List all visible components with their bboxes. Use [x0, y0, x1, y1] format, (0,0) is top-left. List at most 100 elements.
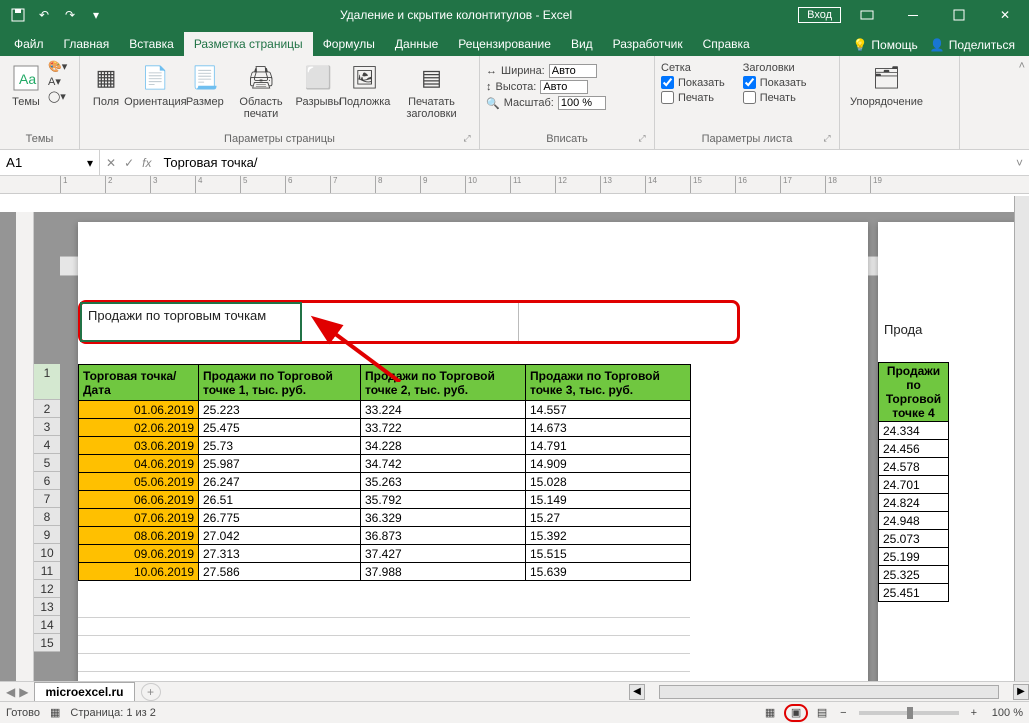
tab-formulas[interactable]: Формулы — [313, 32, 385, 56]
share-button[interactable]: 👤Поделиться — [926, 34, 1019, 56]
height-icon: ↕ — [486, 81, 492, 93]
headings-print-check[interactable]: Печать — [743, 91, 807, 104]
hscroll-right-icon[interactable]: ▶ — [1013, 684, 1029, 700]
gridlines-print-check[interactable]: Печать — [661, 91, 725, 104]
cancel-formula-icon[interactable]: ✕ — [106, 156, 116, 170]
data-table[interactable]: Торговая точка/ Дата Продажи по Торговой… — [78, 364, 691, 581]
zoom-slider[interactable] — [859, 711, 959, 715]
qat-customize-icon[interactable]: ▾ — [84, 3, 108, 27]
width-input[interactable] — [549, 64, 597, 78]
table-row: 01.06.201925.22333.22414.557 — [79, 401, 691, 419]
undo-icon[interactable]: ↶ — [32, 3, 56, 27]
tab-pagelayout[interactable]: Разметка страницы — [184, 32, 313, 56]
close-icon[interactable]: ✕ — [985, 0, 1025, 30]
headings-view-check[interactable]: Показать — [743, 76, 807, 89]
margins-icon: ▦ — [90, 62, 122, 94]
width-icon: ↔ — [486, 65, 497, 77]
window-title: Удаление и скрытие колонтитулов - Excel — [114, 8, 798, 22]
breaks-button[interactable]: ⬜Разрывы — [297, 60, 339, 110]
sheet-nav-next-icon[interactable]: ▶ — [19, 685, 28, 699]
sheet-tab[interactable]: microexcel.ru — [34, 682, 134, 701]
redo-icon[interactable]: ↷ — [58, 3, 82, 27]
table-row: 04.06.201925.98734.74214.909 — [79, 455, 691, 473]
printtitles-icon: ▤ — [415, 62, 447, 94]
effects-icon[interactable]: ◯▾ — [48, 90, 67, 103]
maximize-icon[interactable] — [939, 0, 979, 30]
tab-insert[interactable]: Вставка — [119, 32, 184, 56]
empty-rows[interactable] — [78, 600, 690, 672]
size-button[interactable]: 📃Размер — [185, 60, 225, 110]
minimize-icon[interactable] — [893, 0, 933, 30]
hscroll-left-icon[interactable]: ◀ — [629, 684, 645, 700]
horizontal-scrollbar[interactable] — [659, 685, 999, 699]
page2-header-text: Прода — [884, 322, 922, 337]
normal-view-icon[interactable]: ▦ — [758, 704, 782, 722]
ribbon-tabs: Файл Главная Вставка Разметка страницы Ф… — [0, 30, 1029, 56]
tab-file[interactable]: Файл — [4, 32, 54, 56]
header-right-section[interactable] — [519, 303, 737, 341]
pagebreak-view-icon[interactable]: ▤ — [810, 704, 834, 722]
page-2: Прода Продажи по Торговой точке 4 24.334… — [878, 222, 1014, 681]
background-icon: 🖼 — [349, 62, 381, 94]
tell-me-button[interactable]: 💡Помощь — [848, 34, 921, 56]
scale-icon: 🔍 — [486, 97, 500, 110]
ribbon: Aa Темы 🎨▾ A▾ ◯▾ Темы ▦Поля 📄Ориентация … — [0, 56, 1029, 150]
scale-launcher-icon[interactable]: ⤢ — [636, 133, 648, 145]
ribbon-display-icon[interactable] — [847, 0, 887, 30]
colors-icon[interactable]: 🎨▾ — [48, 60, 67, 73]
printarea-button[interactable]: 🖨Область печати — [227, 60, 295, 122]
page2-table[interactable]: Продажи по Торговой точке 4 24.33424.456… — [878, 362, 949, 602]
group-themes-label: Темы — [4, 133, 75, 147]
height-input[interactable] — [540, 80, 588, 94]
formulabar: ▾ ✕ ✓ fx ˅ — [0, 150, 1029, 176]
vertical-scrollbar[interactable] — [1014, 196, 1029, 681]
header-left-section[interactable]: Продажи по торговым точкам — [80, 302, 302, 342]
orientation-button[interactable]: 📄Ориентация — [128, 60, 183, 110]
arrange-icon: 🗂 — [871, 62, 903, 94]
tab-home[interactable]: Главная — [54, 32, 120, 56]
add-sheet-icon[interactable]: + — [141, 683, 161, 701]
sheet-launcher-icon[interactable]: ⤢ — [821, 133, 833, 145]
signin-button[interactable]: Вход — [798, 7, 841, 23]
fonts-icon[interactable]: A▾ — [48, 75, 67, 88]
tab-view[interactable]: Вид — [561, 32, 603, 56]
table-row: 03.06.201925.7334.22814.791 — [79, 437, 691, 455]
status-page: Страница: 1 из 2 — [70, 707, 156, 719]
themes-button[interactable]: Aa Темы — [6, 60, 46, 110]
background-button[interactable]: 🖼Подложка — [342, 60, 388, 110]
header-center-section[interactable] — [301, 303, 520, 341]
tab-review[interactable]: Рецензирование — [448, 32, 561, 56]
tab-data[interactable]: Данные — [385, 32, 448, 56]
sheet-nav-prev-icon[interactable]: ◀ — [6, 685, 15, 699]
themes-icon: Aa — [10, 62, 42, 94]
headings-label: Заголовки — [743, 62, 807, 74]
gridlines-label: Сетка — [661, 62, 725, 74]
tab-help[interactable]: Справка — [693, 32, 760, 56]
pagelayout-view-icon[interactable]: ▣ — [784, 704, 808, 722]
tab-developer[interactable]: Разработчик — [603, 32, 693, 56]
zoom-in-icon[interactable]: + — [967, 707, 981, 719]
expand-formulabar-icon[interactable]: ˅ — [1010, 156, 1029, 170]
namebox[interactable]: ▾ — [0, 150, 100, 175]
group-pagesetup-label: Параметры страницы⤢ — [84, 133, 475, 147]
save-icon[interactable] — [6, 3, 30, 27]
scale-input[interactable] — [558, 96, 606, 110]
enter-formula-icon[interactable]: ✓ — [124, 156, 134, 170]
status-ready: Готово — [6, 707, 40, 719]
zoom-level[interactable]: 100 % — [983, 707, 1023, 719]
row-headers[interactable]: 1 23456789101112131415 — [34, 364, 60, 652]
zoom-out-icon[interactable]: − — [836, 707, 850, 719]
margins-button[interactable]: ▦Поля — [86, 60, 126, 110]
collapse-ribbon-icon[interactable]: ˄ — [1015, 56, 1029, 149]
vertical-ruler — [16, 212, 34, 681]
table-row: 06.06.201926.5135.79215.149 — [79, 491, 691, 509]
group-sheet-label: Параметры листа⤢ — [659, 133, 835, 147]
gridlines-view-check[interactable]: Показать — [661, 76, 725, 89]
arrange-button[interactable]: 🗂Упорядочение — [846, 60, 927, 110]
fx-icon[interactable]: fx — [142, 156, 151, 170]
pagesetup-launcher-icon[interactable]: ⤢ — [461, 133, 473, 145]
macro-record-icon[interactable]: ▦ — [50, 706, 60, 719]
printtitles-button[interactable]: ▤Печатать заголовки — [390, 60, 473, 122]
formula-input[interactable] — [157, 155, 1010, 170]
page-header-area[interactable]: Продажи по торговым точкам — [78, 300, 740, 344]
